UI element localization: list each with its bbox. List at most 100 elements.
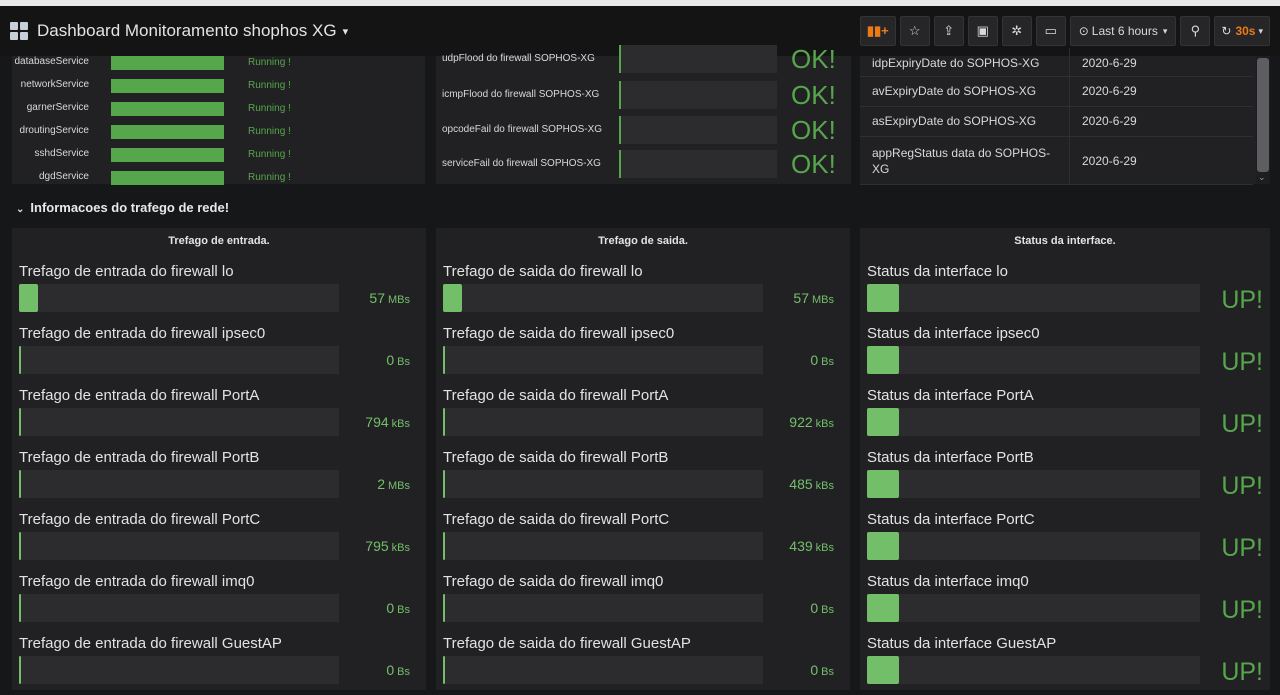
traffic-gauge: Trefago de entrada do firewall PortA 794 k… [12,387,426,447]
chevron-down-icon[interactable]: ▾ [343,25,349,38]
zoom-out-button[interactable]: ⚲ [1180,16,1211,46]
gauge-number: 0 [810,352,819,368]
license-name: appRegStatus data do SOPHOS-XG [872,146,1051,176]
check-value: OK! [791,115,836,145]
row-title-text: Informacoes do trafego de rede! [30,200,230,215]
gauge-number: 0 [386,600,395,616]
add-panel-button[interactable]: ▮▮+ [859,16,896,46]
service-bar-fill [111,102,224,116]
service-status: Running ! [248,126,291,137]
gauge-bar [19,408,339,436]
check-label: opcodeFail do firewall SOPHOS-XG [442,124,603,135]
gauge-bar [443,408,763,436]
gauge-label: Status da interface lo [867,263,1008,280]
gauge-value: 922 kBs [789,414,834,430]
tv-mode-button[interactable]: ▭ [1035,16,1066,46]
gauge-bar [443,470,763,498]
scroll-down-icon[interactable]: ⌄ [1258,172,1266,183]
check-value: OK! [791,44,836,74]
gauge-value: 57 MBs [793,290,834,306]
interface-status-gauge: Status da interface PortC UP! [860,511,1270,571]
gauge-value: 795 kBs [365,538,410,554]
row-header[interactable]: ⌄ Informacoes do trafego de rede! [16,200,229,215]
gauge-bar-fill [19,346,21,374]
service-bar-fill [111,148,224,162]
service-status: Running ! [248,149,291,160]
gauge-bar [443,346,763,374]
service-name: garnerService [26,102,89,113]
monitor-icon: ▭ [1044,23,1057,38]
gauge-unit: Bs [397,666,410,678]
panel-title[interactable]: Trefago de entrada. [12,235,426,247]
licenses-scrollbar[interactable]: ⌄ [1256,56,1270,184]
panel-title[interactable]: Status da interface. [860,235,1270,247]
gauge-number: 0 [386,662,395,678]
traffic-gauge: Trefago de saida do firewall imq0 0 Bs [436,573,850,633]
refresh-button[interactable]: ↻ 30s ▾ [1214,16,1270,46]
gauge-label: Trefago de saida do firewall ipsec0 [443,325,675,342]
gauge-label: Trefago de saida do firewall imq0 [443,573,664,590]
check-bar [619,150,777,178]
gauge-unit: Bs [821,666,834,678]
dashboard-grid-icon[interactable] [10,22,28,40]
gauge-value: 439 kBs [789,538,834,554]
interface-status-gauge: Status da interface GuestAP UP! [860,635,1270,695]
gauge-number: 57 [793,290,809,306]
gauge-number: 439 [789,538,813,554]
gauge-bar-fill [867,594,899,622]
gauge-bar [19,594,339,622]
gauge-unit: kBs [391,418,410,430]
interface-status-gauge: Status da interface lo UP! [860,263,1270,323]
gauge-unit: kBs [815,480,834,492]
zoom-out-icon: ⚲ [1190,23,1201,38]
interface-status-value: UP! [1221,534,1263,562]
traffic-gauge: Trefago de saida do firewall lo 57 MBs [436,263,850,323]
star-button[interactable]: ☆ [899,16,930,46]
gauge-bar-fill [867,284,899,312]
service-name: droutingService [19,125,89,136]
gauge-bar [19,284,339,312]
scrollbar-thumb[interactable] [1257,58,1269,172]
share-button[interactable]: ⇪ [933,16,964,46]
gauge-value: 0 Bs [386,352,410,368]
license-date: 2020-6-29 [1082,154,1137,168]
interface-status-value: UP! [1221,658,1263,686]
license-row: asExpiryDate do SOPHOS-XG 2020-6-29 [860,106,1253,137]
gauge-label: Status da interface GuestAP [867,635,1057,652]
gauge-label: Trefago de saida do firewall PortC [443,511,670,528]
gauge-bar [19,346,339,374]
gauge-bar [867,594,1200,622]
settings-button[interactable]: ✲ [1001,16,1032,46]
gauge-unit: Bs [397,604,410,616]
gauge-unit: kBs [815,418,834,430]
time-picker-button[interactable]: ⊙ Last 6 hours ▾ [1069,16,1177,46]
service-name: sshdService [34,148,89,159]
service-bar-fill [111,171,224,185]
gauge-label: Status da interface ipsec0 [867,325,1040,342]
services-panel [12,56,425,184]
check-bar [619,116,777,144]
refresh-interval-label: 30s [1235,24,1256,38]
panel-title[interactable]: Trefago de saida. [436,235,850,247]
gauge-label: Status da interface PortB [867,449,1034,466]
interface-status-gauge: Status da interface imq0 UP! [860,573,1270,633]
service-bar [111,148,224,162]
gauge-bar-fill [19,284,39,312]
check-bar [619,45,777,73]
save-button[interactable]: ▣ [967,16,998,46]
license-row: avExpiryDate do SOPHOS-XG 2020-6-29 [860,76,1253,107]
check-row: serviceFail do firewall SOPHOS-XG OK! [436,150,851,178]
gauge-number: 485 [789,476,813,492]
gauge-label: Trefago de entrada do firewall PortC [19,511,261,528]
gauge-bar [443,532,763,560]
check-label: icmpFlood do firewall SOPHOS-XG [442,89,600,100]
chevron-down-icon: ▾ [1258,25,1263,36]
gauge-number: 794 [365,414,389,430]
dashboard-title[interactable]: Dashboard Monitoramento shophos XG [37,21,337,41]
gauge-bar [867,532,1200,560]
interface-status-value: UP! [1221,596,1263,624]
check-row: udpFlood do firewall SOPHOS-XG OK! [436,45,851,73]
gauge-value: 485 kBs [789,476,834,492]
gauge-bar [867,656,1200,684]
gauge-unit: Bs [821,356,834,368]
